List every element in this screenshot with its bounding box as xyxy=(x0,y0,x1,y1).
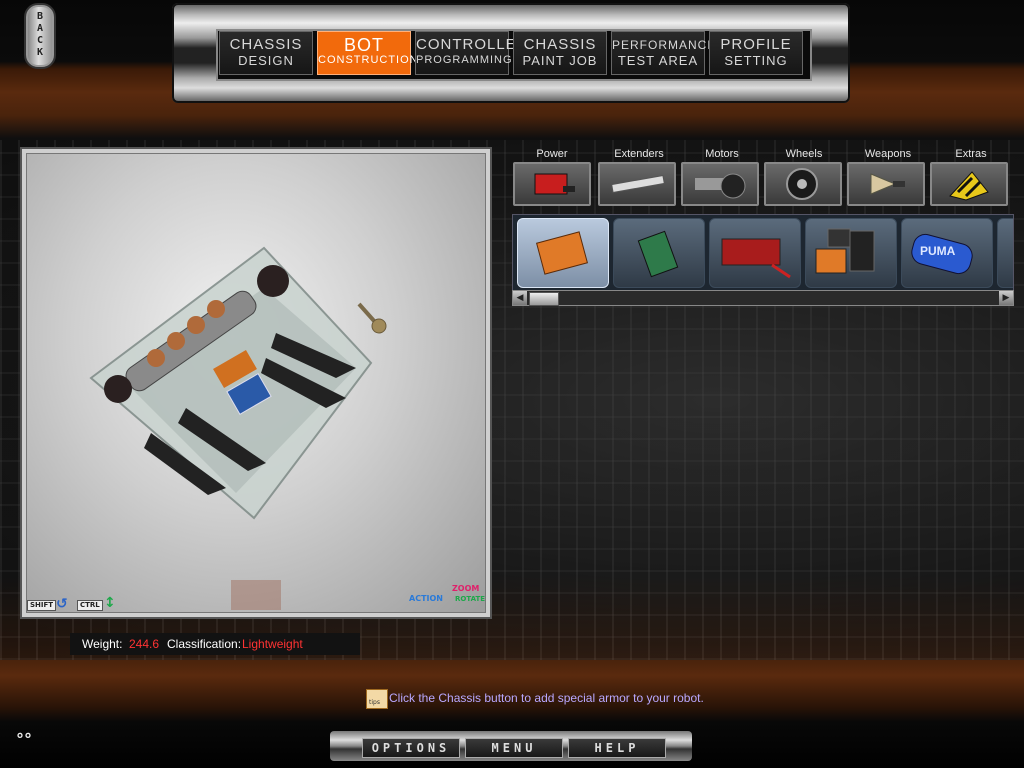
ctrl-key: CTRL xyxy=(77,600,103,611)
back-label: BACK xyxy=(36,11,44,58)
weight-value: 244.6 xyxy=(129,637,160,651)
category-label-wheels: Wheels xyxy=(785,148,823,160)
tab-performance-test-area[interactable]: PERFORMANCE TEST AREA xyxy=(611,31,717,75)
tab-bot-construction[interactable]: BOT CONSTRUCTION xyxy=(317,31,419,75)
options-button[interactable]: OPTIONS xyxy=(362,738,460,758)
tab-line2: PAINT JOB xyxy=(522,53,598,68)
wheel-icon xyxy=(786,168,818,200)
category-label-power: Power xyxy=(536,148,568,160)
motor-icon xyxy=(207,300,225,318)
tips-icon-label: tips xyxy=(369,699,380,706)
category-label-weapons: Weapons xyxy=(864,148,912,160)
category-wheels-button[interactable] xyxy=(764,162,842,206)
back-button[interactable]: BACK xyxy=(24,3,56,69)
robot-viewport[interactable] xyxy=(22,149,490,617)
circuit-board-icon xyxy=(637,230,679,278)
tab-line2: TEST AREA xyxy=(617,53,699,68)
tab-line1: PROFILE xyxy=(720,36,792,53)
zoom-label: ZOOM xyxy=(452,584,480,593)
category-power-button[interactable] xyxy=(513,162,591,206)
red-battery-pack-icon xyxy=(721,238,791,279)
wheel-icon xyxy=(104,375,132,403)
category-label-extenders: Extenders xyxy=(614,148,664,160)
tab-chassis-design[interactable]: CHASSIS DESIGN xyxy=(219,31,313,75)
puma-battery-icon: PUMA xyxy=(911,233,973,275)
move-vertical-icon: ↕ xyxy=(104,595,116,611)
part-partial[interactable] xyxy=(997,218,1013,288)
category-motors-button[interactable] xyxy=(681,162,759,206)
orange-battery-icon xyxy=(535,231,589,275)
loading-dots-icon: °° xyxy=(16,730,32,749)
weight-label: Weight: xyxy=(82,637,123,651)
tab-line1: CONTROLLER xyxy=(416,36,529,53)
tab-profile-setting[interactable]: PROFILE SETTING xyxy=(709,31,803,75)
hazard-icon xyxy=(949,171,989,201)
status-bar: Weight: 244.6 Classification: Lightweigh… xyxy=(70,633,360,655)
classification-label: Classification: xyxy=(167,637,242,651)
tips-icon: tips xyxy=(366,689,388,709)
extender-bar-icon xyxy=(611,174,665,194)
motor-icon xyxy=(187,316,205,334)
motor-icon xyxy=(147,349,165,367)
part-thumbnail-ghost xyxy=(231,580,281,610)
part-puma-battery[interactable]: PUMA xyxy=(901,218,993,288)
parts-list[interactable]: PUMA xyxy=(512,214,1014,292)
tab-line2: DESIGN xyxy=(238,53,294,68)
rotate-label: ROTATE xyxy=(455,595,486,603)
category-extras-button[interactable] xyxy=(930,162,1008,206)
scroll-left-arrow-icon[interactable]: ◀ xyxy=(513,291,527,305)
category-label-extras: Extras xyxy=(955,148,987,160)
tab-chassis-paint-job[interactable]: CHASSIS PAINT JOB xyxy=(513,31,607,75)
tab-line1: PERFORMANCE xyxy=(612,38,717,52)
help-button[interactable]: HELP xyxy=(568,738,666,758)
rotate-icon: ↺ xyxy=(56,596,68,612)
part-orange-battery[interactable] xyxy=(517,218,609,288)
motor-icon xyxy=(695,173,746,199)
tab-line2: SETTING xyxy=(724,53,788,68)
puma-label: PUMA xyxy=(920,244,956,258)
battery-cells-icon xyxy=(815,228,875,274)
category-extenders-button[interactable] xyxy=(598,162,676,206)
action-label: ACTION xyxy=(409,594,443,603)
tab-line1: BOT xyxy=(343,35,384,55)
scroll-right-arrow-icon[interactable]: ▶ xyxy=(999,291,1013,305)
scroll-thumb[interactable] xyxy=(529,292,559,306)
part-circuit-board[interactable] xyxy=(613,218,705,288)
tip-text: Click the Chassis button to add special … xyxy=(389,691,704,705)
motor-icon xyxy=(167,332,185,350)
part-battery-cells[interactable] xyxy=(805,218,897,288)
tab-line2: CONSTRUCTION xyxy=(318,54,419,66)
menu-button[interactable]: MENU xyxy=(465,738,563,758)
tab-line1: CHASSIS xyxy=(523,36,597,53)
robot-model[interactable] xyxy=(26,153,486,613)
tab-controller-programming[interactable]: CONTROLLER PROGRAMMING xyxy=(415,31,529,75)
blade-icon xyxy=(870,173,905,195)
battery-icon xyxy=(534,173,575,195)
tab-line2: PROGRAMMING xyxy=(416,54,513,66)
parts-scrollbar[interactable]: ◀ ▶ xyxy=(512,290,1014,306)
part-red-battery-pack[interactable] xyxy=(709,218,801,288)
gear-icon xyxy=(357,302,387,334)
category-label-motors: Motors xyxy=(705,148,739,160)
shift-key: SHIFT xyxy=(27,600,57,611)
category-weapons-button[interactable] xyxy=(847,162,925,206)
tab-line1: CHASSIS xyxy=(229,36,303,53)
wheel-icon xyxy=(257,265,289,297)
classification-value: Lightweight xyxy=(242,637,303,651)
